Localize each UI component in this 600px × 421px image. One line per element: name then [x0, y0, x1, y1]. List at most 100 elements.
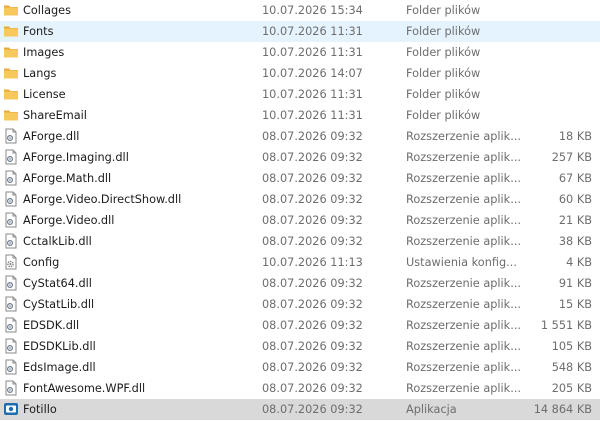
- file-list: Collages 10.07.2026 15:34 Folder plików Fon…: [0, 0, 600, 421]
- file-size: [531, 1, 592, 20]
- file-size: [531, 43, 592, 62]
- file-date-modified: 10.07.2026 11:13: [262, 256, 363, 269]
- file-name[interactable]: CyStatLib.dll: [23, 295, 255, 314]
- file-row[interactable]: CctalkLib.dll 08.07.2026 09:32 Rozszerzeni…: [0, 231, 600, 252]
- file-size: 257 KB: [551, 151, 592, 164]
- dll-file-icon: [3, 337, 19, 356]
- file-type: Rozszerzenie aplik...: [406, 235, 521, 248]
- file-name[interactable]: CyStat64.dll: [23, 274, 255, 293]
- file-row[interactable]: AForge.Imaging.dll 08.07.2026 09:32 Rozsze…: [0, 147, 600, 168]
- file-type: Folder plików: [406, 88, 481, 101]
- file-size: 91 KB: [558, 277, 592, 290]
- file-date-modified: 08.07.2026 09:32: [262, 298, 363, 311]
- file-date-modified: 08.07.2026 09:32: [262, 340, 363, 353]
- file-date-modified: 08.07.2026 09:32: [262, 151, 363, 164]
- file-date-modified: 08.07.2026 09:32: [262, 361, 363, 374]
- dll-file-icon: [3, 148, 19, 167]
- file-name[interactable]: AForge.Math.dll: [23, 169, 255, 188]
- file-type: Rozszerzenie aplik...: [406, 130, 521, 143]
- file-name[interactable]: AForge.Imaging.dll: [23, 148, 255, 167]
- file-name[interactable]: ShareEmail: [23, 106, 255, 125]
- file-size: 548 KB: [551, 361, 592, 374]
- file-row[interactable]: Images 10.07.2026 11:31 Folder plików: [0, 42, 600, 63]
- file-type: Rozszerzenie aplik...: [406, 340, 521, 353]
- file-date-modified: 10.07.2026 11:31: [262, 25, 363, 38]
- file-name[interactable]: AForge.dll: [23, 127, 255, 146]
- file-row[interactable]: EDSDK.dll 08.07.2026 09:32 Rozszerzenie ap…: [0, 315, 600, 336]
- file-row[interactable]: Fotillo 08.07.2026 09:32 Aplikacja 14 864 K…: [0, 399, 600, 420]
- file-name[interactable]: AForge.Video.dll: [23, 211, 255, 230]
- file-size: 60 KB: [558, 193, 592, 206]
- file-name[interactable]: CctalkLib.dll: [23, 232, 255, 251]
- file-name[interactable]: Collages: [23, 1, 255, 20]
- file-type: Rozszerzenie aplik...: [406, 214, 521, 227]
- folder-icon: [3, 22, 19, 41]
- file-type: Folder plików: [406, 67, 481, 80]
- file-date-modified: 10.07.2026 11:31: [262, 46, 363, 59]
- file-type: Folder plików: [406, 4, 481, 17]
- folder-icon: [3, 106, 19, 125]
- dll-file-icon: [3, 232, 19, 251]
- file-size: [531, 106, 592, 125]
- dll-file-icon: [3, 211, 19, 230]
- dll-file-icon: [3, 316, 19, 335]
- file-type: Rozszerzenie aplik...: [406, 298, 521, 311]
- file-row[interactable]: Langs 10.07.2026 14:07 Folder plików: [0, 63, 600, 84]
- file-name[interactable]: EDSDK.dll: [23, 316, 255, 335]
- file-date-modified: 10.07.2026 14:07: [262, 67, 363, 80]
- file-size: 67 KB: [558, 172, 592, 185]
- dll-file-icon: [3, 127, 19, 146]
- file-name[interactable]: Fotillo: [23, 400, 255, 419]
- file-name[interactable]: Images: [23, 43, 255, 62]
- file-type: Rozszerzenie aplik...: [406, 319, 521, 332]
- file-row[interactable]: AForge.Math.dll 08.07.2026 09:32 Rozszerze…: [0, 168, 600, 189]
- file-size: 1 551 KB: [540, 319, 592, 332]
- app-icon: [3, 400, 19, 419]
- file-row[interactable]: CyStatLib.dll 08.07.2026 09:32 Rozszerzeni…: [0, 294, 600, 315]
- file-date-modified: 08.07.2026 09:32: [262, 382, 363, 395]
- file-name[interactable]: FontAwesome.WPF.dll: [23, 379, 255, 398]
- file-row[interactable]: Config 10.07.2026 11:13 Ustawienia konfig.…: [0, 252, 600, 273]
- folder-icon: [3, 85, 19, 104]
- file-type: Rozszerzenie aplik...: [406, 151, 521, 164]
- file-row[interactable]: AForge.dll 08.07.2026 09:32 Rozszerzenie a…: [0, 126, 600, 147]
- file-size: 14 864 KB: [533, 403, 592, 416]
- dll-file-icon: [3, 169, 19, 188]
- file-row[interactable]: EdsImage.dll 08.07.2026 09:32 Rozszerzenie…: [0, 357, 600, 378]
- file-size: 21 KB: [558, 214, 592, 227]
- file-date-modified: 10.07.2026 11:31: [262, 109, 363, 122]
- file-row[interactable]: FontAwesome.WPF.dll 08.07.2026 09:32 Rozsz…: [0, 378, 600, 399]
- file-date-modified: 08.07.2026 09:32: [262, 277, 363, 290]
- file-row[interactable]: ShareEmail 10.07.2026 11:31 Folder plików: [0, 105, 600, 126]
- file-name[interactable]: Fonts: [23, 22, 255, 41]
- file-size: 15 KB: [558, 298, 592, 311]
- file-type: Rozszerzenie aplik...: [406, 193, 521, 206]
- file-name[interactable]: AForge.Video.DirectShow.dll: [23, 190, 255, 209]
- file-row[interactable]: CyStat64.dll 08.07.2026 09:32 Rozszerzenie…: [0, 273, 600, 294]
- file-date-modified: 08.07.2026 09:32: [262, 193, 363, 206]
- file-date-modified: 08.07.2026 09:32: [262, 235, 363, 248]
- folder-icon: [3, 1, 19, 20]
- file-row[interactable]: License 10.07.2026 11:31 Folder plików: [0, 84, 600, 105]
- file-name[interactable]: Langs: [23, 64, 255, 83]
- file-name[interactable]: License: [23, 85, 255, 104]
- file-date-modified: 08.07.2026 09:32: [262, 214, 363, 227]
- file-row[interactable]: AForge.Video.DirectShow.dll 08.07.2026 09…: [0, 189, 600, 210]
- file-row[interactable]: Fonts 10.07.2026 11:31 Folder plików: [0, 21, 600, 42]
- file-size: [531, 64, 592, 83]
- dll-file-icon: [3, 358, 19, 377]
- file-row[interactable]: AForge.Video.dll 08.07.2026 09:32 Rozszerz…: [0, 210, 600, 231]
- file-name[interactable]: EdsImage.dll: [23, 358, 255, 377]
- file-name[interactable]: Config: [23, 253, 255, 272]
- dll-file-icon: [3, 295, 19, 314]
- file-type: Folder plików: [406, 46, 481, 59]
- file-date-modified: 08.07.2026 09:32: [262, 403, 363, 416]
- file-row[interactable]: Collages 10.07.2026 15:34 Folder plików: [0, 0, 600, 21]
- file-type: Aplikacja: [406, 403, 457, 416]
- file-size: 4 KB: [566, 256, 592, 269]
- file-size: [531, 22, 592, 41]
- file-date-modified: 08.07.2026 09:32: [262, 319, 363, 332]
- file-date-modified: 10.07.2026 15:34: [262, 4, 363, 17]
- file-name[interactable]: EDSDKLib.dll: [23, 337, 255, 356]
- file-row[interactable]: EDSDKLib.dll 08.07.2026 09:32 Rozszerzenie…: [0, 336, 600, 357]
